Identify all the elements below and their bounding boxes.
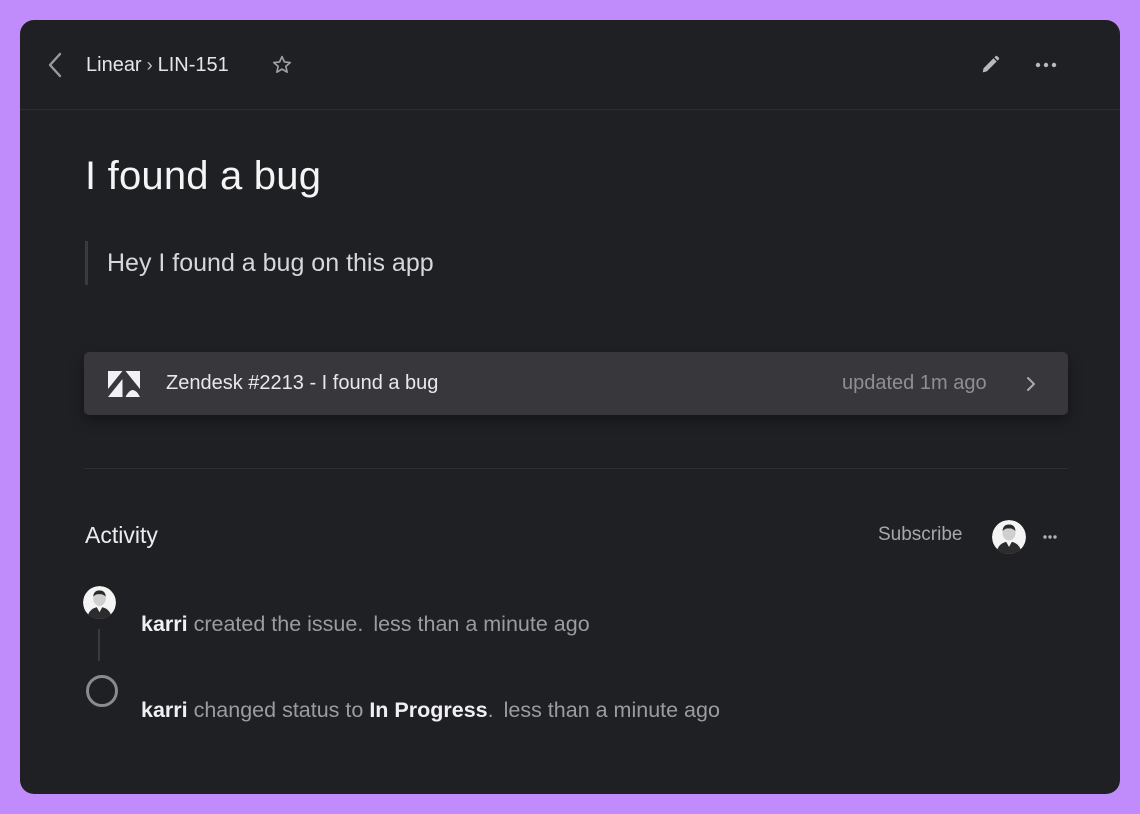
avatar [992,520,1026,554]
event-action: created the issue. [187,612,364,636]
more-options-button[interactable] [1032,53,1060,77]
breadcrumb-issue-id[interactable]: LIN-151 [158,54,229,77]
event-user-avatar[interactable] [83,586,116,619]
section-divider [84,468,1068,469]
avatar [83,586,116,619]
timeline-connector [98,629,100,661]
issue-description-text: Hey I found a bug on this app [107,248,434,277]
event-user[interactable]: karri [141,612,188,636]
subscriber-avatar[interactable] [992,520,1026,554]
zendesk-logo-icon [108,371,140,397]
activity-event-status: karri changed status to In Progress. less… [141,698,720,723]
status-in-progress-icon [86,675,118,707]
issue-header: Linear › LIN-151 [20,20,1120,110]
issue-description[interactable]: Hey I found a bug on this app [85,241,685,285]
subscribe-button[interactable]: Subscribe [878,524,963,546]
chevron-left-icon [48,52,62,78]
activity-event-created: karri created the issue. less than a minu… [141,612,590,637]
breadcrumb-workspace[interactable]: Linear [86,54,142,77]
attachment-title: Zendesk #2213 - I found a bug [166,372,439,394]
activity-more-button[interactable] [1039,526,1061,548]
zendesk-attachment-card[interactable]: Zendesk #2213 - I found a bug updated 1m… [84,352,1068,415]
issue-window: Linear › LIN-151 I found a bug Hey I fou… [20,20,1120,794]
ellipsis-icon [1043,535,1057,539]
attachment-updated: updated 1m ago [842,372,987,394]
chevron-right-icon [1024,373,1038,395]
back-button[interactable] [44,51,66,79]
event-time: less than a minute ago [373,612,590,636]
event-status: In Progress [369,698,488,722]
page-background: Linear › LIN-151 I found a bug Hey I fou… [0,0,1140,814]
event-time: less than a minute ago [503,698,720,722]
breadcrumb-separator: › [146,54,153,75]
activity-heading: Activity [85,522,158,548]
edit-button[interactable] [978,53,1002,77]
event-action: changed status to [187,698,370,722]
favorite-button[interactable] [270,53,294,77]
star-icon [272,55,292,73]
issue-title[interactable]: I found a bug [85,154,321,199]
event-user[interactable]: karri [141,698,188,722]
ellipsis-icon [1035,62,1057,68]
pencil-icon [982,55,1000,73]
breadcrumb: Linear › LIN-151 [86,53,229,77]
event-suffix: . [487,698,494,722]
